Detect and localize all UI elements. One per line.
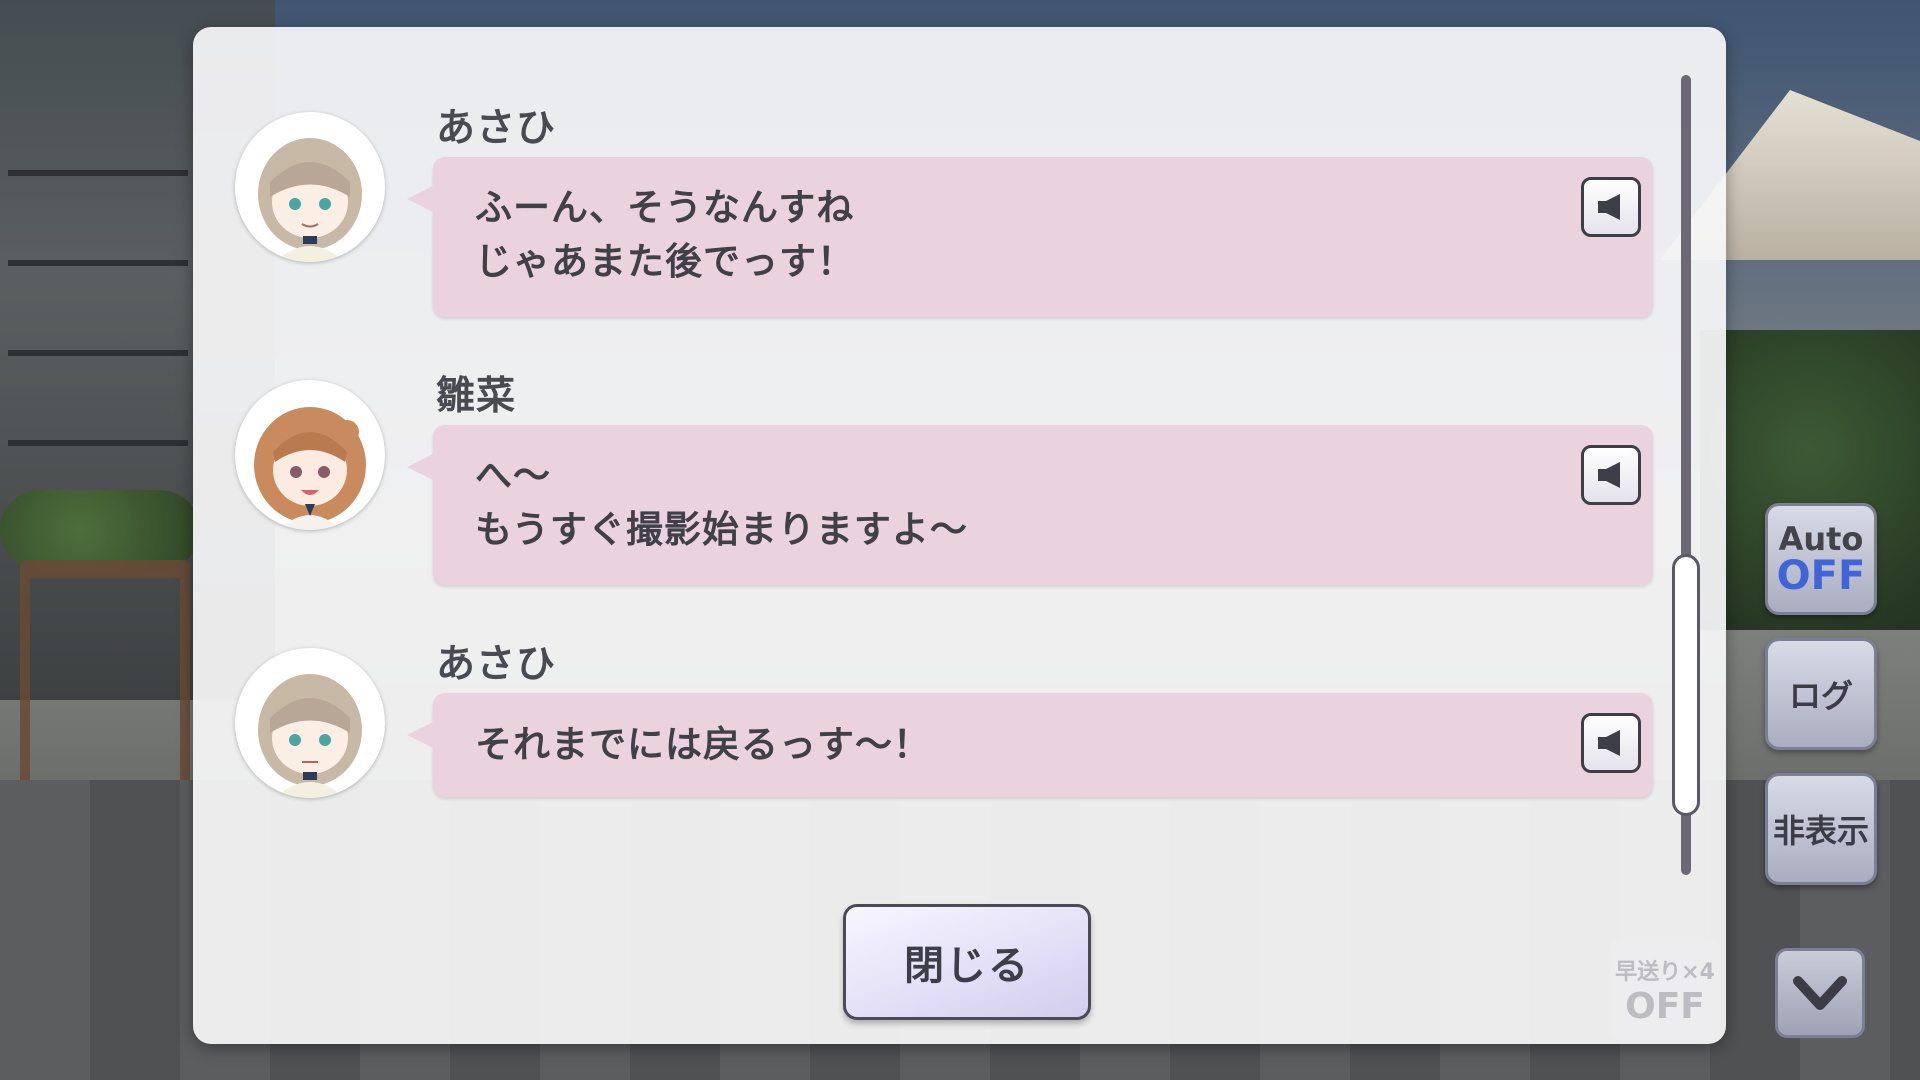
hide-button[interactable]: 非表示 [1765, 773, 1877, 885]
hide-label: 非表示 [1772, 812, 1869, 850]
voice-replay-button[interactable] [1581, 713, 1641, 773]
asahi-avatar-icon [235, 648, 385, 798]
speaker-play-icon [1598, 730, 1620, 756]
dialogue-bubble: へ～ もうすぐ撮影始まりますよ～ [407, 425, 1653, 585]
shelf-row [8, 440, 188, 446]
chevron-down-icon [1793, 976, 1847, 1010]
voice-replay-button[interactable] [1581, 177, 1641, 237]
background-plant [0, 490, 200, 570]
dialogue-line: ふーん、そうなんすね [475, 186, 855, 229]
auto-toggle-button[interactable]: Auto OFF [1765, 503, 1877, 615]
log-entry: あさひ ふーん、そうなんすね じゃあまた後でっす！ [193, 27, 1673, 317]
log-button[interactable]: ログ [1765, 638, 1877, 750]
dialogue-bubble: それまでには戻るっす～！ [407, 693, 1653, 797]
speaker-play-icon [1598, 462, 1620, 488]
voice-replay-button[interactable] [1581, 445, 1641, 505]
speed-state: OFF [1625, 986, 1705, 1027]
fast-forward-indicator[interactable]: 早送り×4 OFF [1610, 940, 1720, 1040]
hinana-avatar-icon [235, 380, 385, 530]
hide-message-button[interactable] [1775, 948, 1865, 1038]
scrollbar-thumb[interactable] [1672, 554, 1700, 816]
close-button[interactable]: 閉じる [843, 904, 1091, 1020]
speaker-name: 雛菜 [436, 374, 517, 419]
log-entry: あさひ それまでには戻るっす～！ [193, 563, 1673, 798]
dialogue-line: それまでには戻るっす～！ [475, 723, 931, 766]
log-dialog: あさひ ふーん、そうなんすね じゃあまた後でっす！ 雛菜 へ～ もうすぐ撮影始ま… [193, 27, 1726, 1044]
next-speaker-name: 雛菜 [628, 862, 700, 872]
speaker-play-icon [1598, 194, 1620, 220]
auto-state: OFF [1776, 553, 1866, 599]
speed-label: 早送り×4 [1615, 960, 1715, 985]
log-list[interactable]: あさひ ふーん、そうなんすね じゃあまた後でっす！ 雛菜 へ～ もうすぐ撮影始ま… [193, 27, 1673, 872]
dialogue-line: へ～ [475, 454, 551, 497]
auto-label: Auto [1778, 520, 1864, 558]
dialogue-bubble: ふーん、そうなんすね じゃあまた後でっす！ [407, 157, 1653, 317]
shelf-row [8, 260, 188, 266]
speaker-name: あさひ [436, 642, 557, 687]
log-label: ログ [1788, 677, 1853, 715]
dialogue-line: じゃあまた後でっす！ [475, 240, 855, 283]
shelf-row [8, 170, 188, 176]
speaker-name: あさひ [436, 106, 557, 151]
dialogue-line: もうすぐ撮影始まりますよ～ [475, 508, 968, 551]
shelf-row [8, 350, 188, 356]
log-entry: 雛菜 へ～ もうすぐ撮影始まりますよ～ [193, 295, 1673, 585]
asahi-avatar-icon [235, 112, 385, 262]
